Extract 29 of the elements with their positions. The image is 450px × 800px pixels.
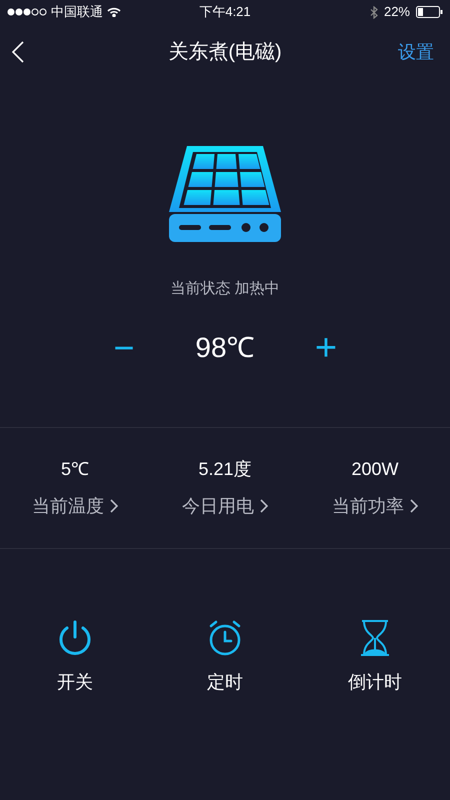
stat-link[interactable]: 当前温度 <box>32 492 118 520</box>
chevron-right-icon <box>110 499 118 513</box>
stat-value: 5℃ <box>60 458 89 480</box>
action-button[interactable]: 倒计时 <box>300 618 450 696</box>
settings-link[interactable]: 设置 <box>398 38 434 66</box>
battery-icon <box>416 6 443 18</box>
bluetooth-icon <box>370 6 378 18</box>
stat-value: 200W <box>351 458 399 480</box>
stat-link[interactable]: 今日用电 <box>182 492 268 520</box>
decrease-button[interactable]: − <box>104 330 144 366</box>
carrier-text: 中国联通 <box>51 3 103 22</box>
battery-percent: 22% <box>384 3 410 22</box>
action-button[interactable]: 开关 <box>0 618 150 696</box>
status-text: 当前状态 加热中 <box>170 279 280 299</box>
increase-button[interactable]: + <box>306 328 346 366</box>
time-text: 下午4:21 <box>199 3 251 22</box>
chevron-right-icon <box>410 499 418 513</box>
power-icon <box>57 618 93 656</box>
stat-link[interactable]: 当前功率 <box>332 492 418 520</box>
action-button[interactable]: 定时 <box>150 618 300 696</box>
temperature-value: 98℃ <box>194 330 256 364</box>
induction-cooker-icon <box>167 144 283 244</box>
hourglass-icon <box>359 618 391 656</box>
stat-value: 5.21度 <box>198 458 252 480</box>
wifi-icon <box>107 7 121 17</box>
chevron-right-icon <box>260 499 268 513</box>
page-title: 关东煮(电磁) <box>168 40 282 65</box>
alarm-clock-icon <box>207 618 243 656</box>
signal-icon <box>7 8 47 16</box>
